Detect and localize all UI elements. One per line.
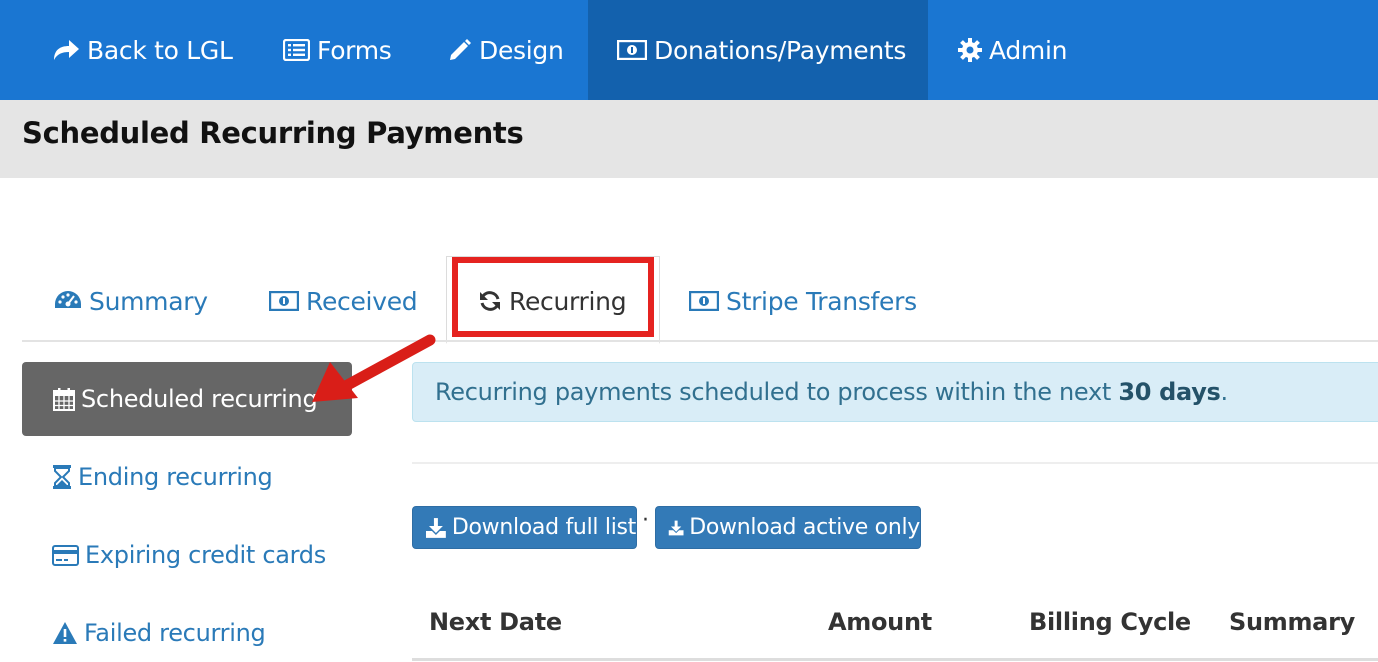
top-navigation: Back to LGL Forms Design Donations/Payme… (0, 0, 1378, 100)
alert-text: Recurring payments scheduled to process … (435, 378, 1228, 406)
dashboard-icon (55, 291, 81, 308)
download-icon (425, 517, 446, 538)
pencil-icon (450, 39, 471, 60)
column-header-summary[interactable]: Summary (1229, 608, 1355, 636)
share-arrow-icon (54, 40, 79, 60)
nav-admin[interactable]: Admin (958, 0, 1067, 100)
calendar-icon (53, 388, 75, 411)
nav-design[interactable]: Design (448, 0, 564, 100)
button-separator: · (642, 508, 649, 533)
download-active-only-button[interactable]: Download active only (655, 506, 921, 549)
page-title: Scheduled Recurring Payments (22, 116, 524, 150)
nav-back-to-lgl[interactable]: Back to LGL (52, 0, 233, 100)
money-icon (269, 291, 299, 311)
money-icon (617, 40, 647, 60)
table-header-border (412, 658, 1378, 661)
sidebar-item-expiring-credit-cards[interactable]: Expiring credit cards (52, 537, 326, 573)
column-header-billing-cycle[interactable]: Billing Cycle (1029, 608, 1191, 636)
alert-days: 30 days (1118, 378, 1221, 406)
sidebar-item-ending-recurring[interactable]: Ending recurring (52, 459, 273, 495)
sidebar-item-failed-recurring[interactable]: Failed recurring (52, 615, 266, 651)
tab-received[interactable]: Received (269, 280, 418, 322)
tab-stripe-transfers[interactable]: Stripe Transfers (689, 280, 917, 322)
warning-icon (53, 622, 77, 644)
annotation-highlight-box (452, 257, 654, 337)
download-full-list-button[interactable]: Download full list (412, 506, 637, 549)
nav-forms[interactable]: Forms (283, 0, 392, 100)
gear-icon (958, 38, 982, 62)
hourglass-icon (53, 465, 71, 489)
column-header-amount[interactable]: Amount (828, 608, 932, 636)
info-alert: Recurring payments scheduled to process … (412, 362, 1378, 422)
column-header-next-date[interactable]: Next Date (429, 608, 562, 636)
nav-donations-payments[interactable]: Donations/Payments (588, 0, 928, 100)
section-divider (412, 462, 1378, 464)
tab-summary[interactable]: Summary (54, 280, 208, 322)
tabs-divider (22, 340, 1378, 342)
list-icon (283, 39, 310, 61)
download-icon (668, 520, 684, 535)
money-icon (689, 291, 719, 311)
page-header: Scheduled Recurring Payments (0, 100, 1378, 178)
credit-card-icon (52, 544, 79, 566)
